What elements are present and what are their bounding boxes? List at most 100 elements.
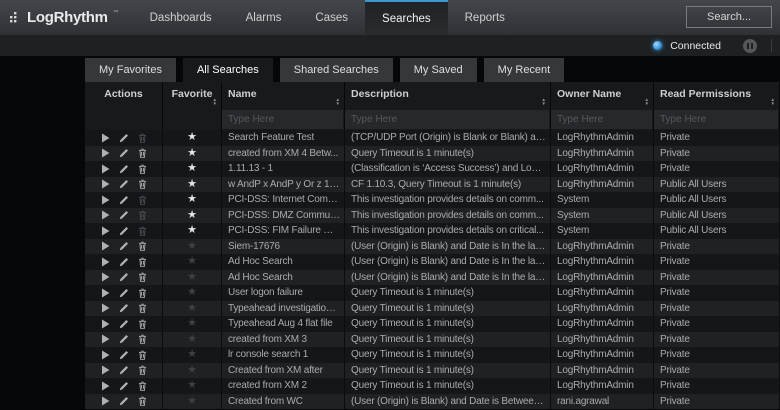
favorite-star-icon[interactable]: ★ [187,395,197,407]
table-row[interactable]: ★ created from XM 2 Query Timeout is 1 m… [85,378,780,394]
edit-search-icon[interactable] [119,148,129,158]
delete-search-icon[interactable] [138,226,147,236]
table-row[interactable]: ★ PCI-DSS: FIM Failure Detail This inves… [85,223,780,239]
run-search-icon[interactable] [101,272,110,282]
edit-search-icon[interactable] [119,241,129,251]
tab-shared-searches[interactable]: Shared Searches [280,58,393,82]
edit-search-icon[interactable] [119,319,129,329]
table-row[interactable]: ★ created from XM 3 Query Timeout is 1 m… [85,332,780,348]
table-row[interactable]: ★ User logon failure Query Timeout is 1 … [85,285,780,301]
favorite-star-icon[interactable]: ★ [187,162,197,174]
edit-search-icon[interactable] [119,210,129,220]
table-row[interactable]: ★ Created from XM after Query Timeout is… [85,363,780,379]
run-search-icon[interactable] [101,148,110,158]
sort-icon[interactable]: ▲▼ [213,98,217,106]
delete-search-icon[interactable] [138,381,147,391]
delete-search-icon[interactable] [138,164,147,174]
delete-search-icon[interactable] [138,288,147,298]
table-row[interactable]: ★ lr console search 1 Query Timeout is 1… [85,347,780,363]
delete-search-icon[interactable] [138,396,147,406]
table-row[interactable]: ★ Typeahead investigation ... Query Time… [85,301,780,317]
edit-search-icon[interactable] [119,350,129,360]
favorite-star-icon[interactable]: ★ [187,379,197,391]
run-search-icon[interactable] [101,365,110,375]
delete-search-icon[interactable] [138,334,147,344]
run-search-icon[interactable] [101,133,110,143]
run-search-icon[interactable] [101,210,110,220]
table-row[interactable]: ★ w AndP x AndP y Or z 1.1... CF 1.10.3,… [85,177,780,193]
delete-search-icon[interactable] [138,272,147,282]
delete-search-icon[interactable] [138,303,147,313]
run-search-icon[interactable] [101,241,110,251]
edit-search-icon[interactable] [119,272,129,282]
run-search-icon[interactable] [101,164,110,174]
table-row[interactable]: ★ 1.11.13 - 1 (Classification is ‘Access… [85,161,780,177]
favorite-star-icon[interactable]: ★ [187,131,197,143]
edit-search-icon[interactable] [119,381,129,391]
column-header-owner-name[interactable]: Owner Name ▲▼ [551,82,654,107]
delete-search-icon[interactable] [138,148,147,158]
table-row[interactable]: ★ created from XM 4 Betw... Query Timeou… [85,146,780,162]
delete-search-icon[interactable] [138,179,147,189]
sort-icon[interactable]: ▲▼ [542,98,546,106]
column-header-description[interactable]: Description ▲▼ [345,82,551,107]
nav-item-reports[interactable]: Reports [448,0,522,35]
name-filter-input[interactable] [222,110,343,129]
run-search-icon[interactable] [101,288,110,298]
table-row[interactable]: ★ PCI-DSS: Internet Comm... This investi… [85,192,780,208]
column-header-name[interactable]: Name ▲▼ [222,82,345,107]
edit-search-icon[interactable] [119,195,129,205]
sort-icon[interactable]: ▲▼ [771,98,775,106]
favorite-star-icon[interactable]: ★ [187,302,197,314]
run-search-icon[interactable] [101,350,110,360]
table-row[interactable]: ★ Created from WC (User (Origin) is Blan… [85,394,780,410]
edit-search-icon[interactable] [119,396,129,406]
table-row[interactable]: ★ Typeahead Aug 4 flat file Query Timeou… [85,316,780,332]
global-search-button[interactable]: Search... [686,6,772,28]
favorite-star-icon[interactable]: ★ [187,348,197,360]
description-filter-input[interactable] [345,110,549,129]
run-search-icon[interactable] [101,195,110,205]
run-search-icon[interactable] [101,257,110,267]
pause-updates-button[interactable] [743,39,757,53]
delete-search-icon[interactable] [138,133,147,143]
run-search-icon[interactable] [101,319,110,329]
run-search-icon[interactable] [101,334,110,344]
delete-search-icon[interactable] [138,319,147,329]
favorite-star-icon[interactable]: ★ [187,209,197,221]
sort-icon[interactable]: ▲▼ [336,98,340,106]
delete-search-icon[interactable] [138,350,147,360]
tab-all-searches[interactable]: All Searches [183,58,273,82]
favorite-star-icon[interactable]: ★ [187,147,197,159]
nav-item-alarms[interactable]: Alarms [229,0,299,35]
edit-search-icon[interactable] [119,179,129,189]
edit-search-icon[interactable] [119,133,129,143]
permissions-filter-input[interactable] [654,110,778,129]
nav-item-searches[interactable]: Searches [365,0,448,35]
favorite-star-icon[interactable]: ★ [187,317,197,329]
edit-search-icon[interactable] [119,365,129,375]
tab-my-saved[interactable]: My Saved [400,58,477,82]
run-search-icon[interactable] [101,179,110,189]
sort-icon[interactable]: ▲▼ [645,98,649,106]
delete-search-icon[interactable] [138,195,147,205]
edit-search-icon[interactable] [119,303,129,313]
favorite-star-icon[interactable]: ★ [187,364,197,376]
favorite-star-icon[interactable]: ★ [187,286,197,298]
column-header-favorite[interactable]: Favorite ▲▼ [163,82,222,107]
table-row[interactable]: ★ Ad Hoc Search (User (Origin) is Blank)… [85,270,780,286]
table-row[interactable]: ★ PCI-DSS: DMZ Communic... This investig… [85,208,780,224]
table-row[interactable]: ★ Siem-17676 (User (Origin) is Blank) an… [85,239,780,255]
edit-search-icon[interactable] [119,334,129,344]
edit-search-icon[interactable] [119,226,129,236]
edit-search-icon[interactable] [119,288,129,298]
edit-search-icon[interactable] [119,164,129,174]
favorite-star-icon[interactable]: ★ [187,240,197,252]
delete-search-icon[interactable] [138,210,147,220]
table-row[interactable]: ★ Search Feature Test (TCP/UDP Port (Ori… [85,130,780,146]
table-row[interactable]: ★ Ad Hoc Search (User (Origin) is Blank)… [85,254,780,270]
delete-search-icon[interactable] [138,257,147,267]
edit-search-icon[interactable] [119,257,129,267]
run-search-icon[interactable] [101,396,110,406]
column-header-read-permissions[interactable]: Read Permissions ▲▼ [654,82,780,107]
